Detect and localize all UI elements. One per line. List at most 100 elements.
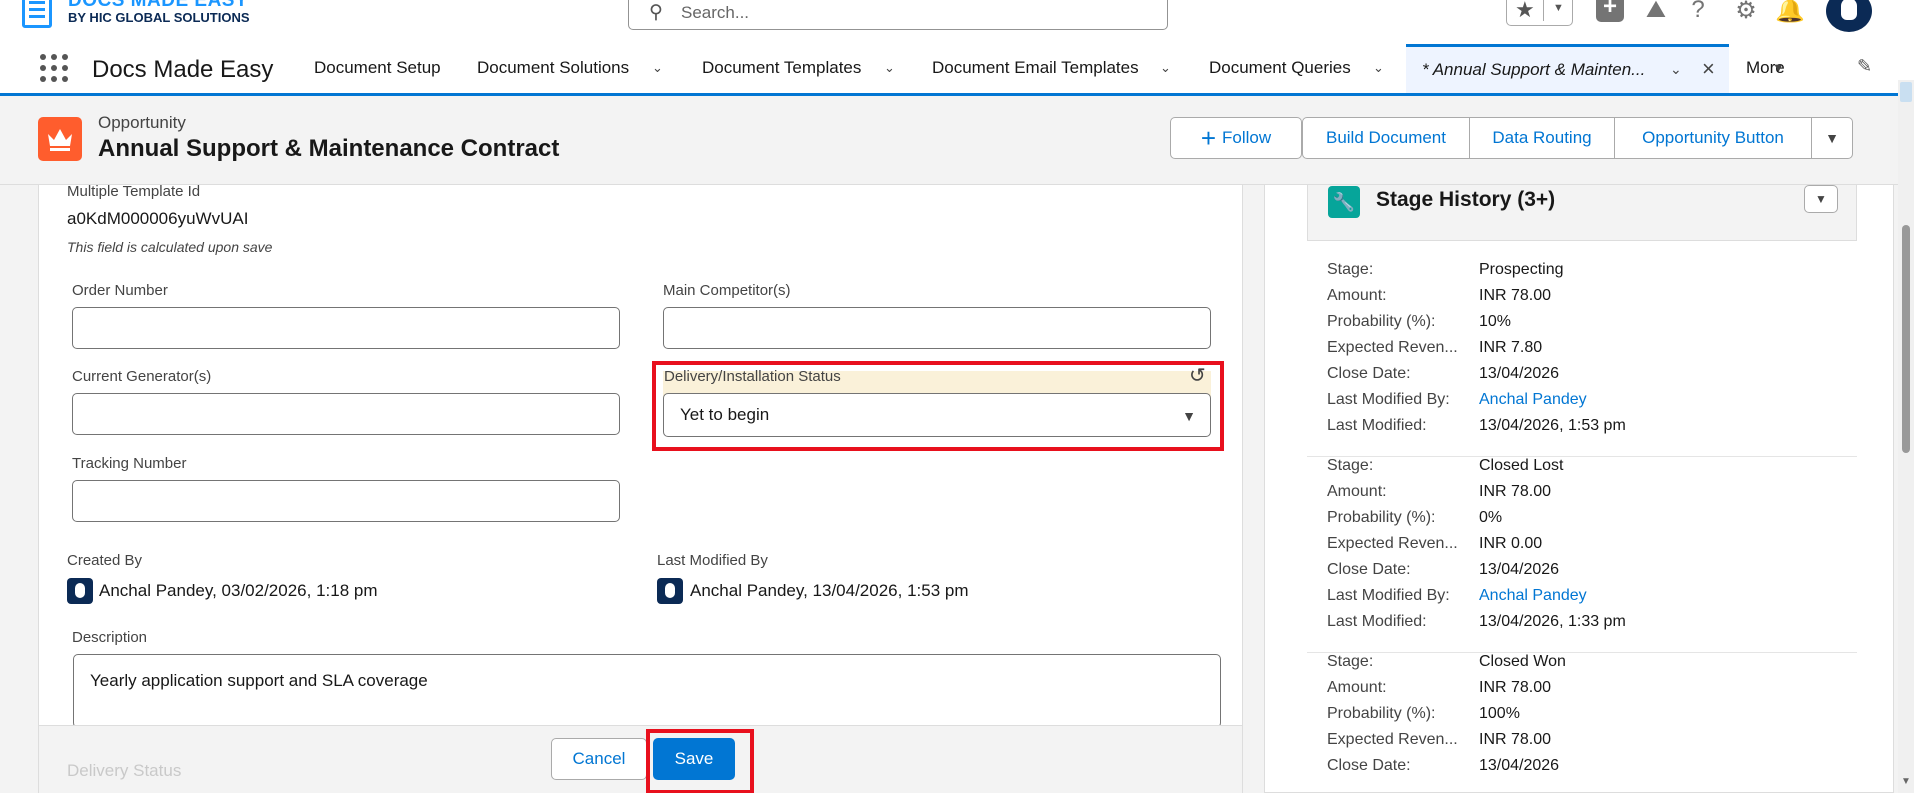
last-modified-key: Last Modified: bbox=[1327, 613, 1427, 630]
related-list-menu-icon[interactable]: ▼ bbox=[1804, 185, 1838, 213]
opportunity-crown-icon bbox=[38, 117, 82, 161]
user-avatar[interactable] bbox=[1826, 0, 1872, 32]
expected-revenue-key: Expected Reven... bbox=[1327, 535, 1458, 552]
probability-value: 100% bbox=[1479, 705, 1520, 722]
last-modified-value: 13/04/2026, 1:53 pm bbox=[1479, 417, 1626, 434]
stage-key: Stage: bbox=[1327, 653, 1374, 670]
trailhead-icon[interactable]: ⛰ bbox=[1642, 0, 1670, 26]
expected-revenue-value: INR 78.00 bbox=[1479, 731, 1552, 748]
scrollbar-thumb[interactable] bbox=[1902, 225, 1910, 453]
gear-icon[interactable]: ⚙ bbox=[1732, 0, 1760, 26]
page-title: Annual Support & Maintenance Contract bbox=[98, 135, 560, 162]
last-modified-by-value: Anchal Pandey, 13/04/2026, 1:53 pm bbox=[690, 581, 969, 600]
list-item: Stage: Closed Won Amount: INR 78.00 Prob… bbox=[1307, 653, 1857, 793]
nav-item-document-templates[interactable]: Document Templates bbox=[702, 58, 861, 78]
chevron-down-icon[interactable]: ⌄ bbox=[1160, 60, 1171, 76]
last-modified-by-key: Last Modified By: bbox=[1327, 391, 1450, 408]
form-footer-bar: Delivery Status Cancel Save bbox=[39, 725, 1242, 793]
amount-key: Amount: bbox=[1327, 287, 1387, 304]
chevron-down-icon[interactable]: ⌄ bbox=[652, 60, 663, 76]
amount-key: Amount: bbox=[1327, 483, 1387, 500]
probability-value: 10% bbox=[1479, 313, 1512, 330]
probability-key: Probability (%): bbox=[1327, 313, 1436, 330]
close-date-value: 13/04/2026 bbox=[1479, 561, 1560, 578]
probability-key: Probability (%): bbox=[1327, 705, 1436, 722]
bell-icon[interactable]: 🔔 bbox=[1775, 0, 1805, 26]
record-object-type: Opportunity bbox=[98, 113, 186, 132]
main-competitor-label: Main Competitor(s) bbox=[663, 282, 791, 299]
last-modified-by-label: Last Modified By bbox=[657, 552, 768, 569]
star-icon[interactable]: ★ bbox=[1515, 0, 1535, 23]
multiple-template-id-label: Multiple Template Id bbox=[67, 183, 201, 200]
opportunity-button[interactable]: Opportunity Button bbox=[1614, 117, 1812, 159]
help-icon[interactable]: ? bbox=[1684, 0, 1712, 26]
pencil-icon[interactable]: ✎ bbox=[1857, 56, 1872, 77]
nav-item-document-setup[interactable]: Document Setup bbox=[314, 58, 441, 78]
current-generator-input[interactable] bbox=[72, 393, 620, 435]
follow-button[interactable]: + Follow bbox=[1170, 117, 1302, 159]
favorites-button-group[interactable]: ★ ▼ bbox=[1506, 0, 1573, 26]
order-number-label: Order Number bbox=[72, 282, 168, 299]
stage-value: Closed Won bbox=[1479, 653, 1566, 670]
highlight-box bbox=[652, 361, 1224, 451]
description-textarea[interactable]: Yearly application support and SLA cover… bbox=[73, 654, 1221, 728]
last-modified-by-link[interactable]: Anchal Pandey bbox=[1479, 587, 1587, 605]
global-search-input[interactable]: ⚲ Search... bbox=[628, 0, 1168, 30]
plus-icon: + bbox=[1200, 123, 1217, 153]
amount-key: Amount: bbox=[1327, 679, 1387, 696]
order-number-input[interactable] bbox=[72, 307, 620, 349]
caret-down-icon[interactable]: ▼ bbox=[1772, 60, 1785, 75]
cancel-button[interactable]: Cancel bbox=[551, 738, 647, 780]
stage-history-title[interactable]: Stage History (3+) bbox=[1376, 188, 1555, 212]
global-header: DOCS MADE EASY BY HIC GLOBAL SOLUTIONS ⚲… bbox=[0, 0, 1914, 44]
current-generator-label: Current Generator(s) bbox=[72, 368, 212, 385]
stage-history-related-list: 🔧 Stage History (3+) ▼ Stage: Prospectin… bbox=[1264, 185, 1894, 793]
amount-value: INR 78.00 bbox=[1479, 483, 1552, 500]
nav-item-document-solutions[interactable]: Document Solutions bbox=[477, 58, 629, 78]
nav-item-document-email-templates[interactable]: Document Email Templates bbox=[932, 58, 1139, 78]
description-label: Description bbox=[72, 629, 148, 646]
search-icon: ⚲ bbox=[649, 2, 663, 23]
search-placeholder: Search... bbox=[681, 3, 750, 22]
nav-item-document-queries[interactable]: Document Queries bbox=[1209, 58, 1351, 78]
logo-subtitle: BY HIC GLOBAL SOLUTIONS bbox=[68, 10, 250, 25]
expected-revenue-value: INR 0.00 bbox=[1479, 535, 1543, 552]
follow-label: Follow bbox=[1222, 128, 1272, 147]
page-scrollbar[interactable]: ▼ bbox=[1898, 80, 1914, 793]
description-value: Yearly application support and SLA cover… bbox=[90, 671, 428, 690]
tracking-number-input[interactable] bbox=[72, 480, 620, 522]
last-modified-by-link[interactable]: Anchal Pandey bbox=[1479, 391, 1587, 409]
scroll-down-arrow-icon[interactable]: ▼ bbox=[1901, 776, 1911, 787]
close-icon[interactable]: × bbox=[1702, 56, 1715, 82]
last-modified-by-key: Last Modified By: bbox=[1327, 587, 1450, 604]
stage-key: Stage: bbox=[1327, 457, 1374, 474]
created-by-value: Anchal Pandey, 03/02/2026, 1:18 pm bbox=[99, 581, 378, 600]
chevron-down-icon[interactable]: ⌄ bbox=[1670, 61, 1682, 78]
chevron-down-icon[interactable]: ▼ bbox=[1553, 2, 1564, 14]
chevron-down-icon[interactable]: ⌄ bbox=[884, 60, 895, 76]
tab-label: * Annual Support & Mainten... bbox=[1422, 60, 1646, 79]
stage-value: Prospecting bbox=[1479, 261, 1564, 278]
record-highlights-header: Opportunity Annual Support & Maintenance… bbox=[0, 99, 1898, 185]
divider bbox=[1543, 0, 1544, 21]
list-item: Stage: Prospecting Amount: INR 78.00 Pro… bbox=[1307, 261, 1857, 457]
build-document-button[interactable]: Build Document bbox=[1302, 117, 1470, 159]
app-launcher-icon[interactable] bbox=[40, 54, 68, 82]
user-avatar bbox=[67, 578, 93, 604]
amount-value: INR 78.00 bbox=[1479, 679, 1552, 696]
global-actions-plus-icon[interactable]: + bbox=[1596, 0, 1624, 22]
data-routing-button[interactable]: Data Routing bbox=[1469, 117, 1615, 159]
close-date-value: 13/04/2026 bbox=[1479, 757, 1560, 774]
expected-revenue-key: Expected Reven... bbox=[1327, 731, 1458, 748]
more-actions-dropdown-icon[interactable]: ▼ bbox=[1811, 117, 1853, 159]
main-competitor-input[interactable] bbox=[663, 307, 1211, 349]
close-date-value: 13/04/2026 bbox=[1479, 365, 1560, 382]
delivery-status-ghost-label: Delivery Status bbox=[67, 761, 182, 780]
amount-value: INR 78.00 bbox=[1479, 287, 1552, 304]
scroll-up-arrow-icon[interactable] bbox=[1900, 82, 1912, 102]
wrench-icon: 🔧 bbox=[1328, 186, 1360, 218]
chevron-down-icon[interactable]: ⌄ bbox=[1373, 60, 1384, 76]
tab-annual-support-record[interactable]: * Annual Support & Mainten... ⌄ × bbox=[1406, 44, 1729, 93]
company-logo[interactable]: DOCS MADE EASY BY HIC GLOBAL SOLUTIONS bbox=[22, 0, 272, 36]
close-date-key: Close Date: bbox=[1327, 757, 1411, 774]
